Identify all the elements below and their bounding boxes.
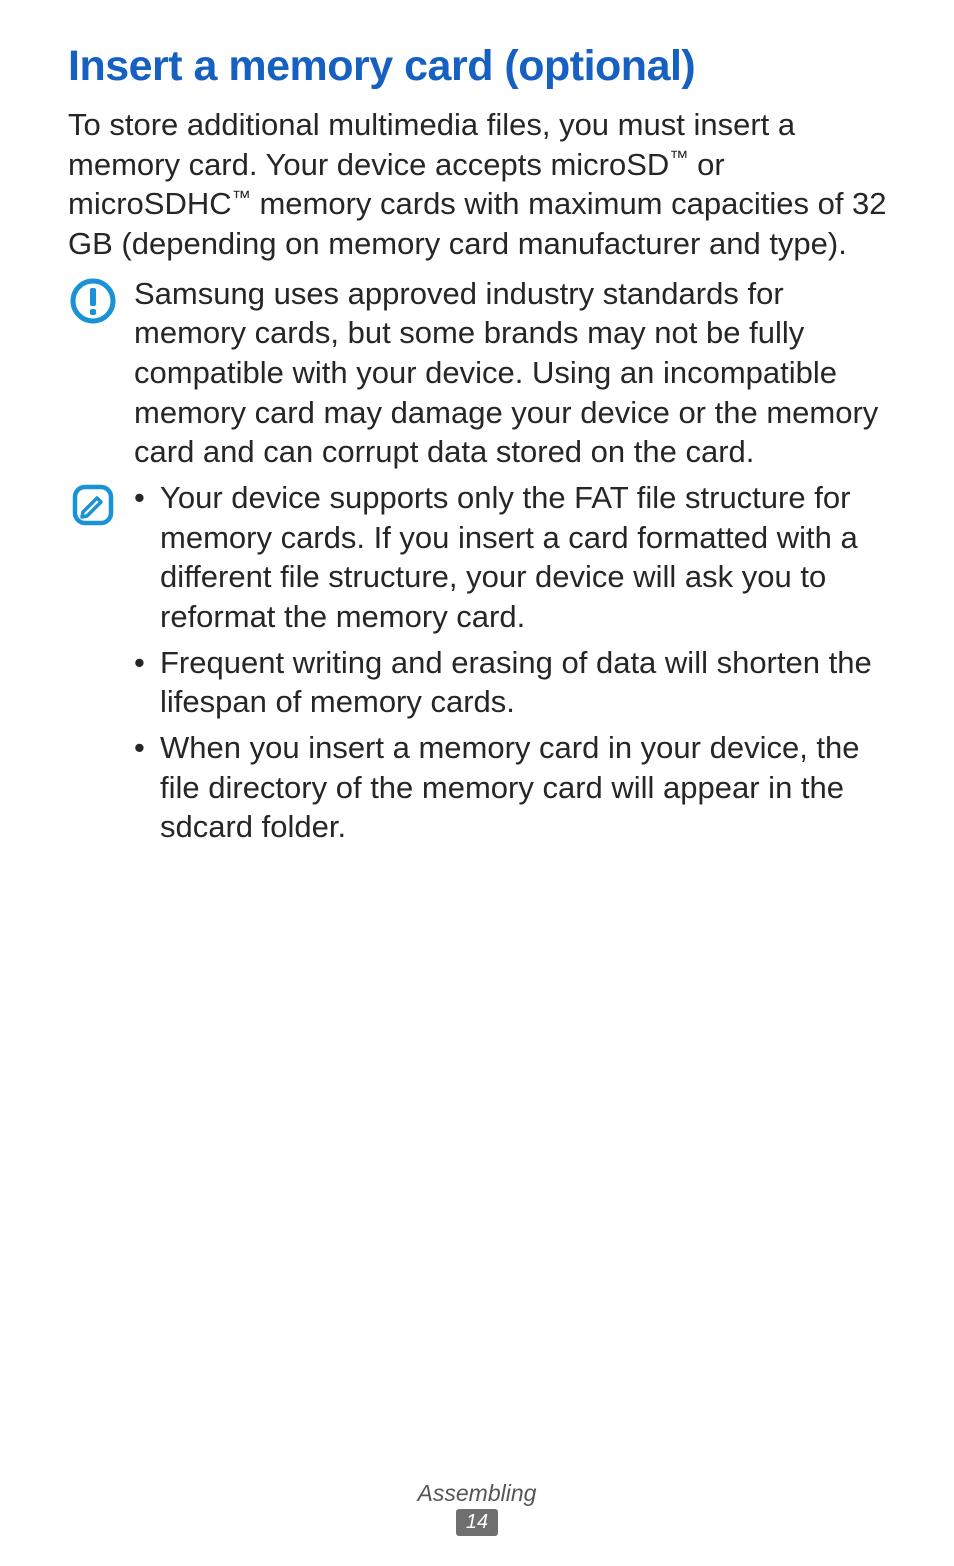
caution-text: Samsung uses approved industry standards… [134,274,894,472]
manual-page: Insert a memory card (optional) To store… [0,0,954,1566]
tm-2: ™ [232,188,251,209]
note-body: Your device supports only the FAT file s… [134,478,894,853]
note-list: Your device supports only the FAT file s… [134,478,894,847]
note-item: When you insert a memory card in your de… [134,728,894,847]
note-icon-col [68,478,118,528]
note-block: Your device supports only the FAT file s… [68,478,894,853]
note-icon [70,482,116,528]
footer-section: Assembling [0,1480,954,1507]
caution-icon [70,278,116,324]
caution-block: Samsung uses approved industry standards… [68,274,894,472]
intro-paragraph: To store additional multimedia files, yo… [68,105,894,264]
caution-icon-col [68,274,118,324]
intro-text-1: To store additional multimedia files, yo… [68,107,795,182]
footer-page-number: 14 [456,1509,498,1536]
note-item: Your device supports only the FAT file s… [134,478,894,637]
note-item: Frequent writing and erasing of data wil… [134,643,894,722]
tm-1: ™ [669,148,688,169]
page-footer: Assembling 14 [0,1480,954,1536]
page-title: Insert a memory card (optional) [68,42,894,91]
